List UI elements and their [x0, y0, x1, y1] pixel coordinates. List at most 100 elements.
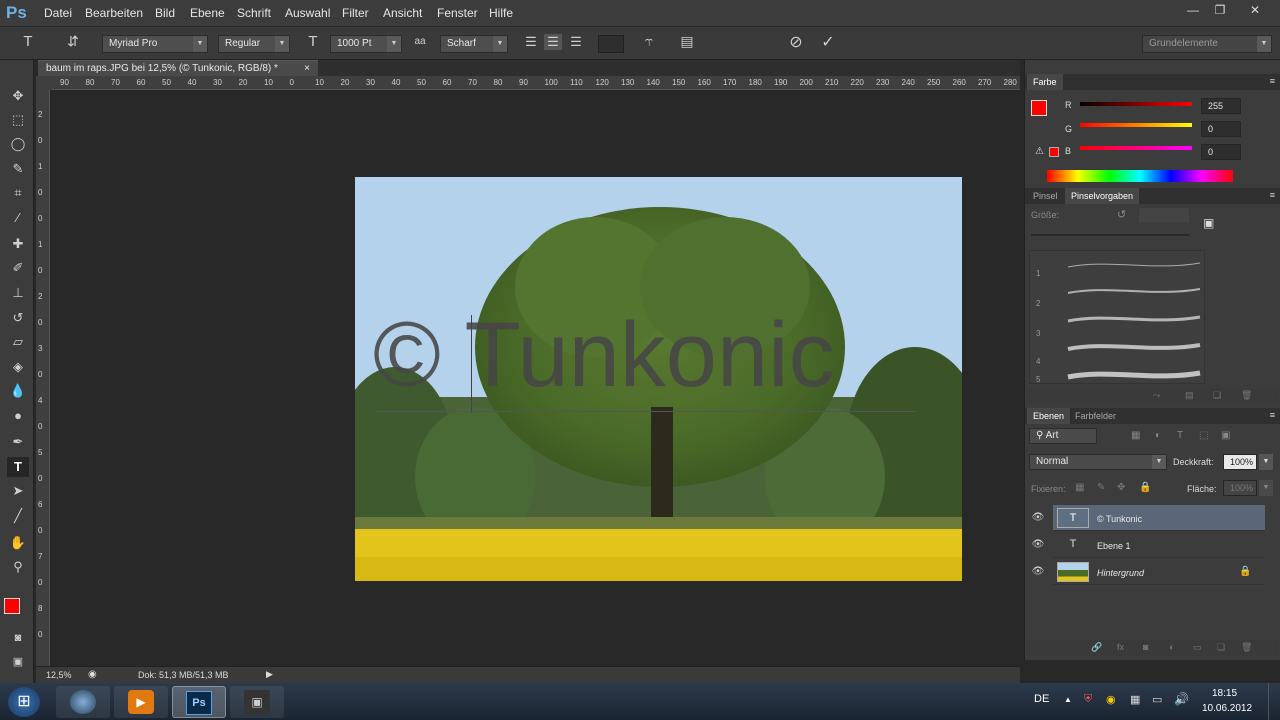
menu-auswahl[interactable]: Auswahl [285, 6, 330, 20]
quick-mask-icon[interactable]: ◙ [7, 628, 29, 648]
layer-filter-select[interactable]: ⚲ Art [1029, 428, 1097, 444]
zoom-tool-icon[interactable]: ⚲ [7, 557, 29, 577]
layer-row-tunkonic[interactable]: T © Tunkonic [1053, 505, 1265, 531]
healing-brush-tool-icon[interactable]: ✚ [7, 234, 29, 254]
align-center-icon[interactable]: ☰ [544, 34, 562, 50]
filter-adjustment-icon[interactable]: ◐ [1155, 430, 1161, 441]
menu-datei[interactable]: Datei [44, 6, 72, 20]
display-tray-icon[interactable]: ▭ [1152, 693, 1162, 706]
filter-text-icon[interactable]: T [1177, 430, 1183, 441]
menu-ansicht[interactable]: Ansicht [383, 6, 422, 20]
brush-tool-icon[interactable]: ✐ [7, 258, 29, 278]
filter-shape-icon[interactable]: ⬚ [1199, 430, 1208, 441]
layer-row-ebene-1[interactable]: T Ebene 1 [1053, 532, 1265, 558]
pen-tool-icon[interactable]: ✒ [7, 432, 29, 452]
lock-image-icon[interactable]: ✎ [1097, 482, 1105, 493]
panel-menu-icon[interactable]: ≡ [1270, 410, 1275, 420]
channel-b-slider[interactable] [1080, 146, 1192, 150]
update-tray-icon[interactable]: ◉ [1106, 693, 1116, 706]
adjustment-layer-icon[interactable]: ◐ [1169, 642, 1174, 652]
clone-stamp-tool-icon[interactable]: ⊥ [7, 283, 29, 303]
gradient-tool-icon[interactable]: ◈ [7, 357, 29, 377]
menu-ebene[interactable]: Ebene [190, 6, 225, 20]
reset-size-icon[interactable]: ↺ [1117, 208, 1126, 221]
channel-g-value[interactable]: 0 [1201, 121, 1241, 137]
channel-r-value[interactable]: 255 [1201, 98, 1241, 114]
layer-row-hintergrund[interactable]: Hintergrund 🔒 [1053, 559, 1265, 585]
gamut-warning-icon[interactable]: ⚠ [1035, 146, 1044, 157]
menu-fenster[interactable]: Fenster [437, 6, 478, 20]
font-style-select[interactable]: Regular ▼ [218, 35, 290, 53]
close-icon[interactable]: ✕ [1240, 2, 1270, 18]
new-preset-icon[interactable]: ❏ [1213, 390, 1221, 401]
menu-bild[interactable]: Bild [155, 6, 175, 20]
color-ramp[interactable] [1047, 170, 1233, 182]
toggle-brush-panel-icon[interactable]: ⤳ [1153, 390, 1160, 401]
tab-farbe[interactable]: Farbe [1027, 74, 1063, 90]
minimize-icon[interactable]: — [1180, 2, 1206, 18]
lock-position-icon[interactable]: ✥ [1117, 482, 1125, 493]
new-brush-icon[interactable]: ▤ [1185, 390, 1194, 401]
foreground-color-swatch[interactable] [4, 598, 20, 614]
warp-text-icon[interactable]: ⥾ [640, 33, 658, 50]
hand-tool-icon[interactable]: ✋ [7, 533, 29, 553]
taskbar-photoshop-icon[interactable]: Ps [172, 686, 226, 718]
new-layer-icon[interactable]: ❏ [1217, 642, 1225, 653]
menu-hilfe[interactable]: Hilfe [489, 6, 513, 20]
add-mask-icon[interactable]: ◙ [1143, 642, 1148, 652]
move-tool-icon[interactable]: ✥ [7, 86, 29, 106]
blur-tool-icon[interactable]: 💧 [7, 381, 29, 401]
font-family-select[interactable]: Myriad Pro ▼ [102, 35, 208, 53]
visibility-eye-icon[interactable]: 👁 [1029, 505, 1047, 531]
show-hidden-icons-icon[interactable]: ▲ [1064, 695, 1072, 704]
ruler-origin[interactable] [36, 76, 52, 90]
taskbar-media-center-icon[interactable] [56, 686, 110, 718]
vertical-ruler[interactable]: 2 0 1 0 0 1 0 2 0 3 0 4 0 5 0 6 0 7 0 8 0 [36, 90, 50, 666]
tab-pinsel[interactable]: Pinsel [1027, 188, 1064, 204]
taskbar-media-player-icon[interactable]: ▶ [114, 686, 168, 718]
security-tray-icon[interactable]: ⛨ [1084, 693, 1092, 706]
crop-tool-icon[interactable]: ⌗ [7, 183, 29, 203]
filter-pixel-icon[interactable]: ▦ [1131, 430, 1140, 441]
align-right-icon[interactable]: ☰ [567, 34, 585, 50]
panel-menu-icon[interactable]: ≡ [1270, 190, 1275, 200]
delete-layer-icon[interactable]: 🗑 [1241, 642, 1252, 653]
document-image[interactable]: © Tunkonic [355, 177, 962, 581]
fill-dropdown-icon[interactable]: ▼ [1259, 480, 1273, 496]
network-tray-icon[interactable]: ▦ [1130, 693, 1140, 706]
screen-mode-icon[interactable]: ▣ [7, 652, 29, 672]
eyedropper-tool-icon[interactable]: ⁄ [7, 208, 29, 228]
line-tool-icon[interactable]: ╱ [7, 506, 29, 526]
channel-r-slider[interactable] [1080, 102, 1192, 106]
workspace-select[interactable]: Grundelemente ▼ [1142, 35, 1272, 53]
quick-selection-tool-icon[interactable]: ✎ [7, 159, 29, 179]
clock-time[interactable]: 18:15 [1212, 688, 1237, 699]
lock-transparent-icon[interactable]: ▦ [1075, 482, 1084, 493]
tab-pinselvorgaben[interactable]: Pinselvorgaben [1065, 188, 1140, 204]
panel-menu-icon[interactable]: ≡ [1270, 76, 1275, 86]
menu-schrift[interactable]: Schrift [237, 6, 271, 20]
zoom-level[interactable]: 12,5% [46, 670, 72, 680]
font-size-select[interactable]: 1000 Pt ▼ [330, 35, 402, 53]
taskbar-recorder-icon[interactable]: ▣ [230, 686, 284, 718]
status-menu-arrow-icon[interactable]: ▶ [266, 669, 273, 680]
menu-bearbeiten[interactable]: Bearbeiten [85, 6, 143, 20]
lasso-tool-icon[interactable]: ◯ [7, 134, 29, 154]
restore-icon[interactable]: ❐ [1207, 2, 1233, 18]
blend-mode-select[interactable]: Normal ▼ [1029, 454, 1167, 470]
channel-b-value[interactable]: 0 [1201, 144, 1241, 160]
fill-field[interactable]: 100% [1223, 480, 1257, 496]
orientation-toggle-icon[interactable]: ⇵ [62, 33, 84, 50]
brush-size-slider[interactable] [1031, 234, 1189, 236]
menu-filter[interactable]: Filter [342, 6, 369, 20]
visibility-eye-icon[interactable]: 👁 [1029, 532, 1047, 558]
path-selection-tool-icon[interactable]: ➤ [7, 481, 29, 501]
opacity-field[interactable]: 100% [1223, 454, 1257, 470]
antialias-select[interactable]: Scharf ▼ [440, 35, 508, 53]
commit-edit-icon[interactable]: ✓ [818, 32, 838, 52]
volume-icon[interactable]: 🔊 [1174, 692, 1189, 706]
language-indicator[interactable]: DE [1034, 693, 1049, 705]
link-layers-icon[interactable]: 🔗 [1091, 642, 1102, 653]
clock-date[interactable]: 10.06.2012 [1202, 703, 1252, 714]
cancel-edit-icon[interactable]: ⊘ [786, 32, 806, 52]
